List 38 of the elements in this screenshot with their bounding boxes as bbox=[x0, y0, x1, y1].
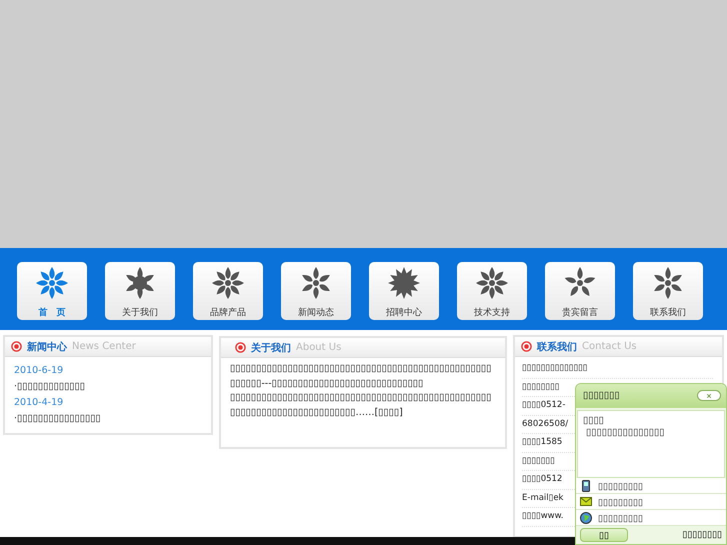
panel-title: 联系我们 bbox=[537, 340, 577, 354]
envelope-icon bbox=[580, 497, 592, 506]
target-icon bbox=[235, 342, 246, 353]
target-icon bbox=[521, 341, 532, 352]
panel-subtitle: About Us bbox=[296, 342, 342, 353]
about-paragraph: ▯▯▯▯▯▯▯▯▯▯▯▯▯▯▯▯▯▯▯▯▯▯▯▯▯▯▯▯▯▯▯▯▯▯▯▯▯▯▯▯▯▯▯▯▯▯▯▯▯▯▯▯▯▯▯▯---▯▯▯▯▯▯▯▯▯▯▯▯▯▯▯▯▯▯▯▯▯▯▯▯▯▯▯▯▯ bbox=[230, 362, 492, 390]
news-link[interactable]: ·▯▯▯▯▯▯▯▯▯▯▯▯▯ bbox=[14, 379, 202, 395]
about-paragraph: ▯▯▯▯▯▯▯▯▯▯▯▯▯▯▯▯▯▯▯▯▯▯▯▯▯▯▯▯▯▯▯▯▯▯▯▯▯▯▯▯▯▯▯▯▯▯▯▯▯▯▯▯▯▯▯▯▯▯▯▯▯▯▯▯▯▯▯▯▯▯▯▯▯▯……[▯▯▯▯] bbox=[230, 391, 492, 420]
news-date: 2010-4-19 bbox=[14, 396, 64, 410]
popup-note: ▯▯▯▯▯▯▯▯ bbox=[682, 530, 722, 540]
flower-icon bbox=[387, 266, 421, 300]
send-button[interactable]: ▯▯ bbox=[580, 528, 628, 542]
mobile-phone-icon bbox=[582, 480, 590, 492]
input-field[interactable]: ▯▯▯▯▯▯▯▯▯ bbox=[576, 510, 726, 526]
flower-icon bbox=[475, 266, 509, 300]
panel-subtitle: News Center bbox=[72, 341, 136, 352]
news-link[interactable]: ·▯▯▯▯▯▯▯▯▯▯▯▯▯▯▯▯ bbox=[14, 411, 202, 427]
contact-line: ▯▯▯▯▯▯▯▯▯▯▯▯▯▯ bbox=[522, 360, 713, 378]
panel-title: 新闻中心 bbox=[27, 340, 67, 354]
input-field[interactable]: ▯▯▯▯▯▯▯▯▯ bbox=[576, 494, 726, 510]
nav-tab[interactable]: 贵宾留言 bbox=[545, 262, 615, 320]
nav-tab[interactable]: 品牌产品 bbox=[193, 262, 263, 320]
nav-tab[interactable]: 招聘中心 bbox=[369, 262, 439, 320]
target-icon bbox=[11, 341, 22, 352]
input-field[interactable]: ▯▯▯▯▯▯▯▯▯ bbox=[576, 478, 726, 494]
panel-title: 关于我们 bbox=[251, 342, 291, 354]
panel-subtitle: Contact Us bbox=[582, 341, 637, 352]
nav-tab[interactable]: 联系我们 bbox=[633, 262, 703, 320]
message-field[interactable]: ▯▯▯▯ ▯▯▯▯▯▯▯▯▯▯▯▯▯▯▯ bbox=[577, 410, 725, 478]
news-date: 2010-6-19 bbox=[14, 364, 64, 378]
nav-tab[interactable]: 新闻动态 bbox=[281, 262, 351, 320]
close-button[interactable]: × bbox=[697, 390, 721, 402]
nav-tab[interactable]: 关于我们 bbox=[105, 262, 175, 320]
nav-tab[interactable]: 首 页 bbox=[17, 262, 87, 320]
flower-icon bbox=[35, 266, 69, 300]
globe-icon bbox=[580, 512, 592, 524]
flower-icon bbox=[211, 266, 245, 300]
nav-tab[interactable]: 技术支持 bbox=[457, 262, 527, 320]
